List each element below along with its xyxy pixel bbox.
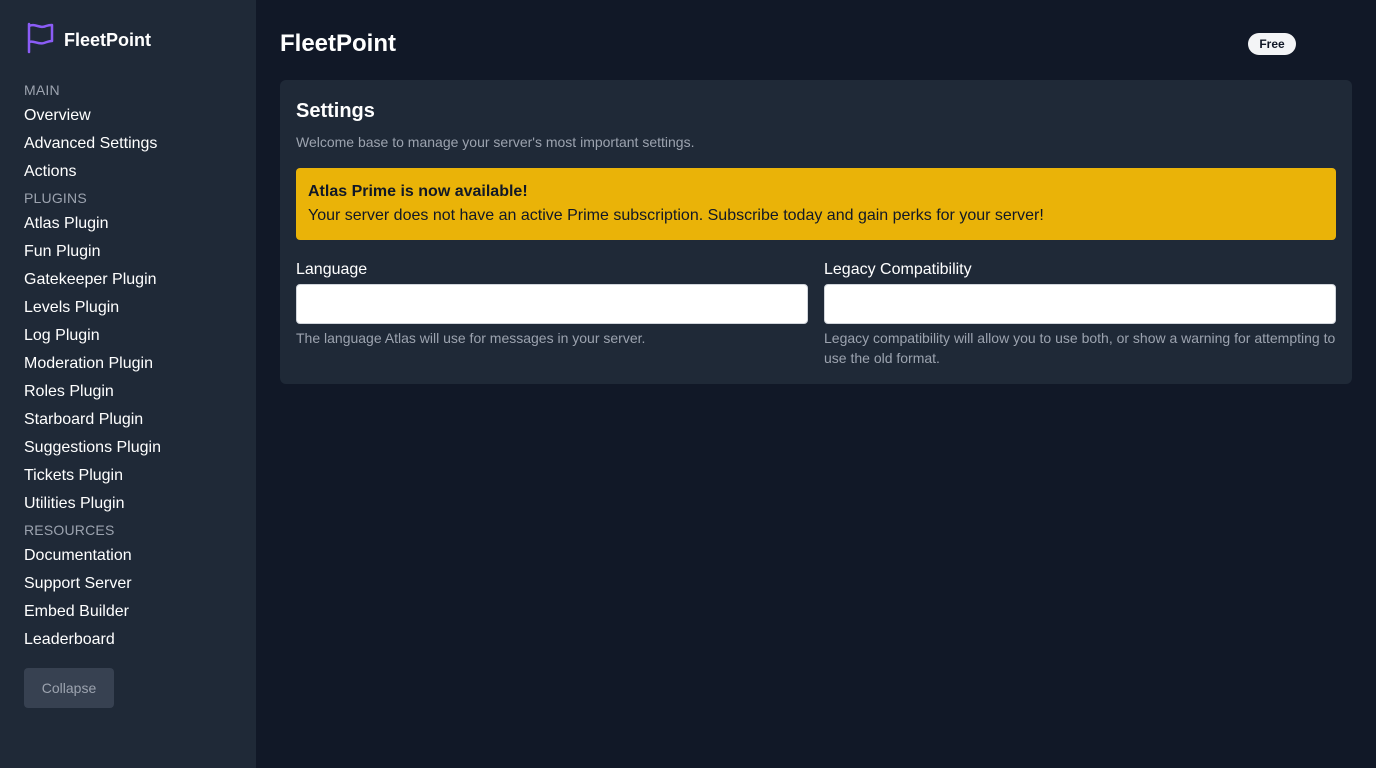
alert-body: Your server does not have an active Prim… <box>308 207 1044 224</box>
sidebar-item-embed-builder[interactable]: Embed Builder <box>24 598 244 626</box>
legacy-compatibility-label: Legacy Compatibility <box>824 261 972 278</box>
sidebar-item-overview[interactable]: Overview <box>24 102 244 130</box>
sidebar-item-fun-plugin[interactable]: Fun Plugin <box>24 238 244 266</box>
sidebar-nav: MAIN Overview Advanced Settings Actions … <box>24 78 244 654</box>
collapse-button[interactable]: Collapse <box>24 668 114 708</box>
sidebar-item-moderation-plugin[interactable]: Moderation Plugin <box>24 350 244 378</box>
sidebar-item-support-server[interactable]: Support Server <box>24 570 244 598</box>
sidebar-item-utilities-plugin[interactable]: Utilities Plugin <box>24 490 244 518</box>
page-title: FleetPoint <box>280 30 397 57</box>
settings-description: Welcome base to manage your server's mos… <box>296 134 695 150</box>
brand[interactable]: FleetPoint <box>26 22 152 59</box>
sidebar-item-starboard-plugin[interactable]: Starboard Plugin <box>24 406 244 434</box>
sidebar-item-leaderboard[interactable]: Leaderboard <box>24 626 244 654</box>
sidebar-item-documentation[interactable]: Documentation <box>24 542 244 570</box>
alert-title: Atlas Prime is now available! <box>308 183 528 200</box>
settings-title: Settings <box>296 100 375 122</box>
sidebar-item-gatekeeper-plugin[interactable]: Gatekeeper Plugin <box>24 266 244 294</box>
brand-name: FleetPoint <box>64 29 152 50</box>
settings-card: Settings Welcome base to manage your ser… <box>280 80 1352 384</box>
sidebar-item-suggestions-plugin[interactable]: Suggestions Plugin <box>24 434 244 462</box>
language-label: Language <box>296 261 368 278</box>
sidebar-item-log-plugin[interactable]: Log Plugin <box>24 322 244 350</box>
prime-alert: Atlas Prime is now available! Your serve… <box>296 168 1336 240</box>
sidebar-item-roles-plugin[interactable]: Roles Plugin <box>24 378 244 406</box>
nav-section-resources: RESOURCES <box>24 522 115 538</box>
language-field: Language The language Atlas will use for… <box>296 258 808 348</box>
legacy-compatibility-help: Legacy compatibility will allow you to u… <box>824 330 1336 366</box>
sidebar: FleetPoint MAIN Overview Advanced Settin… <box>0 0 256 768</box>
flag-icon <box>26 22 54 59</box>
nav-section-main: MAIN <box>24 82 60 98</box>
legacy-compatibility-input[interactable] <box>824 284 1336 324</box>
nav-section-plugins: PLUGINS <box>24 190 87 206</box>
sidebar-item-actions[interactable]: Actions <box>24 158 244 186</box>
language-help: The language Atlas will use for messages… <box>296 330 646 346</box>
sidebar-item-tickets-plugin[interactable]: Tickets Plugin <box>24 462 244 490</box>
language-input[interactable] <box>296 284 808 324</box>
sidebar-item-levels-plugin[interactable]: Levels Plugin <box>24 294 244 322</box>
legacy-compatibility-field: Legacy Compatibility Legacy compatibilit… <box>824 258 1336 368</box>
sidebar-item-atlas-plugin[interactable]: Atlas Plugin <box>24 210 244 238</box>
plan-badge: Free <box>1248 33 1296 55</box>
sidebar-item-advanced-settings[interactable]: Advanced Settings <box>24 130 244 158</box>
